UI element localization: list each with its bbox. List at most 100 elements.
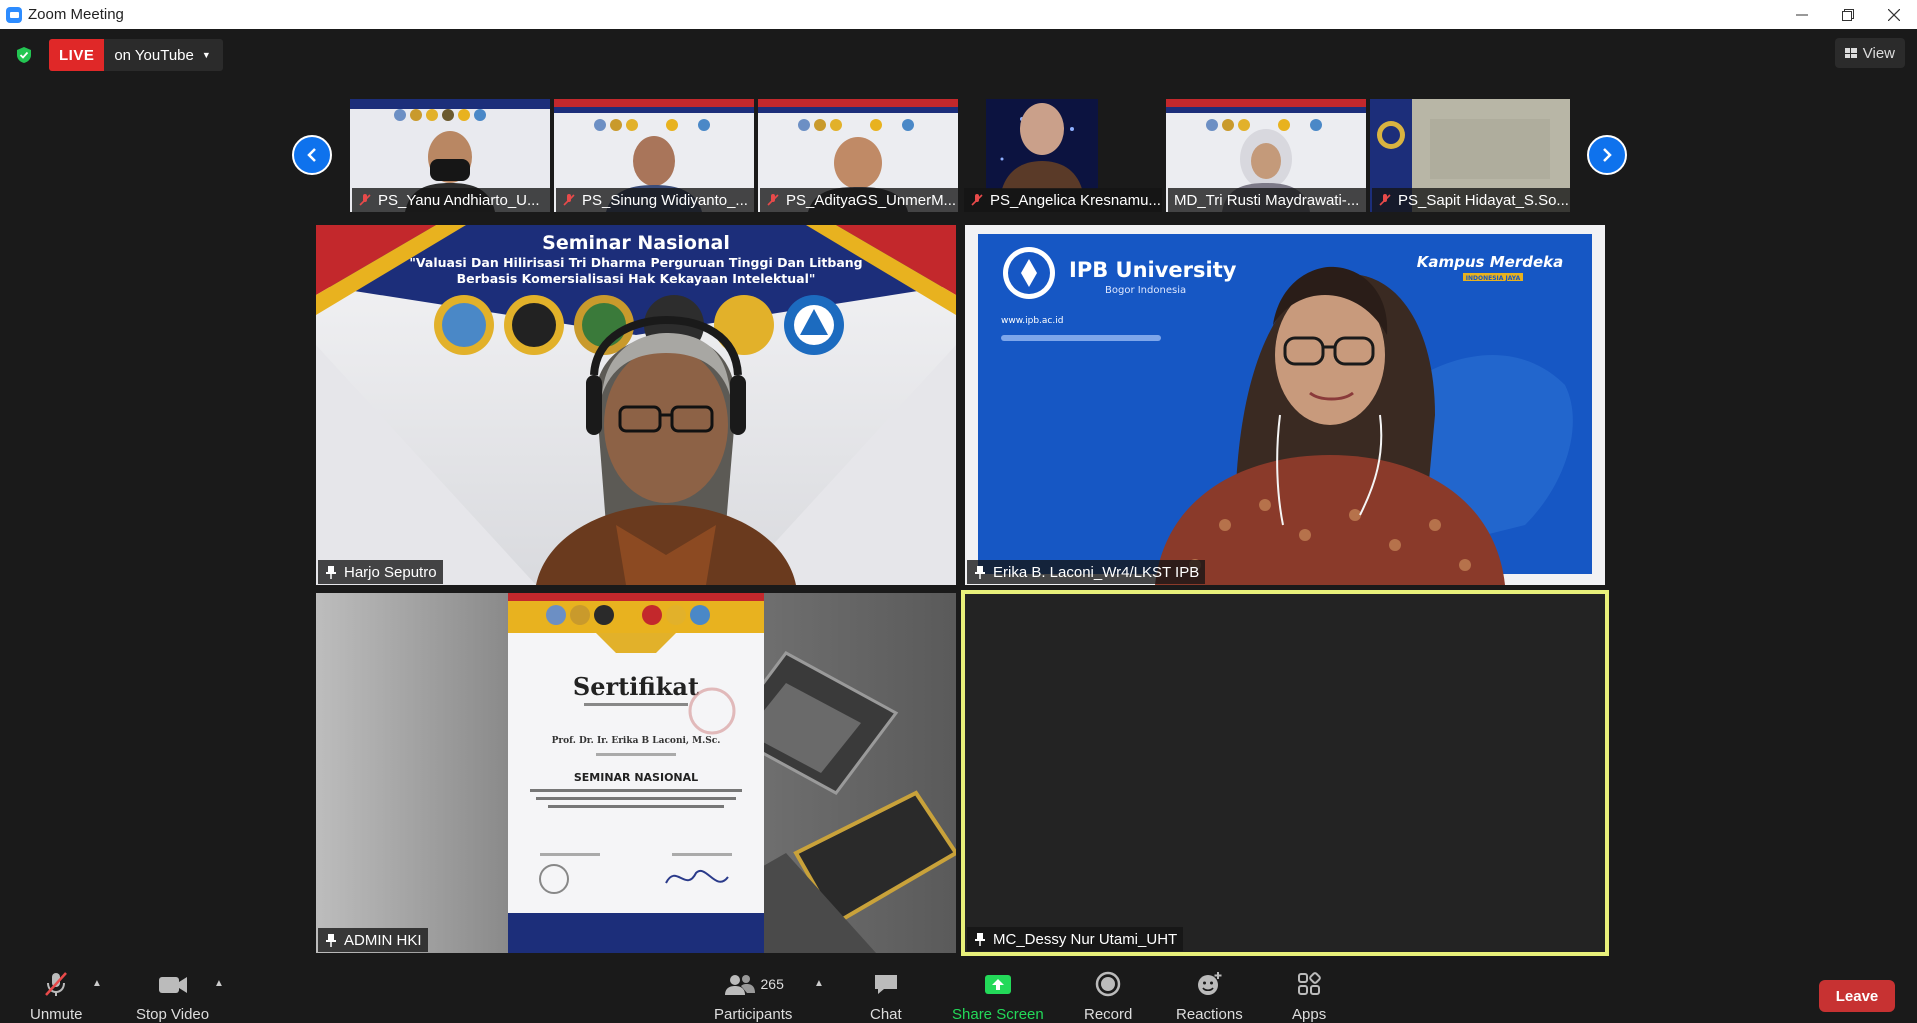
participants-icon [724, 975, 755, 995]
muted-mic-icon [767, 194, 779, 206]
participant-label: Erika B. Laconi_Wr4/LKST IPB [967, 560, 1206, 584]
close-icon[interactable] [1871, 0, 1917, 29]
cert-event: SEMINAR NASIONAL [574, 771, 698, 784]
participant-label: PS_Sapit Hidayat_S.So... [1372, 188, 1570, 212]
meeting-topbar: LIVE on YouTube ▼ View [0, 29, 1917, 81]
share-screen-button[interactable]: Share Screen [952, 970, 1044, 1023]
bg-brand: Kampus Merdeka [1417, 253, 1563, 271]
participants-options-caret[interactable]: ▲ [814, 978, 824, 989]
bg-title: IPB University [1069, 258, 1237, 282]
participant-name: Harjo Seputro [344, 563, 437, 581]
participant-label: Harjo Seputro [318, 560, 443, 584]
video-options-caret[interactable]: ▲ [214, 978, 224, 989]
video-tile-erika[interactable]: IPB University Bogor Indonesia www.ipb.a… [965, 225, 1605, 585]
participant-label: PS_AdityaGS_UnmerM... [760, 188, 958, 212]
pin-icon [326, 566, 336, 579]
bg-subtitle: Bogor Indonesia [1105, 285, 1186, 296]
chat-label: Chat [870, 1006, 902, 1023]
video-tile-mc-active-speaker[interactable]: MC_Dessy Nur Utami_UHT [961, 590, 1609, 956]
cert-title: Sertifikat [573, 672, 699, 701]
banner-title: Seminar Nasional [542, 232, 730, 254]
participant-label: MD_Tri Rusti Maydrawati-... [1168, 188, 1366, 212]
grid-view-icon [1844, 48, 1857, 58]
unmute-button[interactable]: Unmute [30, 970, 83, 1023]
reactions-button[interactable]: Reactions [1176, 970, 1243, 1023]
apps-icon [1298, 972, 1321, 995]
muted-mic-icon [45, 972, 68, 996]
video-tile-harjo[interactable]: Seminar Nasional "Valuasi Dan Hilirisasi… [316, 225, 956, 585]
pin-icon [326, 934, 336, 947]
live-stream-control[interactable]: LIVE on YouTube ▼ [49, 39, 223, 71]
filmstrip-tile[interactable]: PS_Angelica Kresnamu... [962, 99, 1162, 212]
filmstrip-next-button[interactable] [1587, 135, 1627, 175]
apps-button[interactable]: Apps [1292, 970, 1326, 1023]
reactions-icon [1198, 972, 1222, 995]
stop-video-label: Stop Video [136, 1006, 210, 1023]
participants-label: Participants [714, 1006, 793, 1023]
record-label: Record [1084, 1006, 1133, 1023]
meeting-toolbar: Unmute ▲ Stop Video ▲ 265 Participants ▲… [0, 962, 1917, 1023]
minimize-icon[interactable] [1779, 0, 1825, 29]
audio-options-caret[interactable]: ▲ [92, 978, 102, 989]
banner-line1: "Valuasi Dan Hilirisasi Tri Dharma Pergu… [409, 255, 862, 270]
video-camera-icon [158, 977, 187, 993]
filmstrip-tile[interactable]: PS_Sapit Hidayat_S.So... [1370, 99, 1570, 212]
live-destination[interactable]: on YouTube ▼ [104, 39, 222, 71]
participant-name: PS_Yanu Andhiarto_U... [378, 191, 540, 209]
participant-label: MC_Dessy Nur Utami_UHT [967, 927, 1184, 951]
unmute-label: Unmute [30, 1006, 83, 1023]
participant-label: PS_Yanu Andhiarto_U... [352, 188, 550, 212]
participant-name: PS_Sinung Widiyanto_... [582, 191, 748, 209]
participant-label: PS_Sinung Widiyanto_... [556, 188, 754, 212]
participant-name: PS_Sapit Hidayat_S.So... [1398, 191, 1569, 209]
view-label: View [1862, 44, 1895, 62]
participant-count: 265 [760, 976, 784, 992]
participant-name: MC_Dessy Nur Utami_UHT [993, 930, 1178, 948]
participant-label: ADMIN HKI [318, 928, 428, 952]
zoom-app-icon [6, 6, 22, 23]
filmstrip-tile[interactable]: PS_Yanu Andhiarto_U... [350, 99, 550, 212]
chevron-right-icon [1603, 148, 1612, 162]
share-screen-label: Share Screen [952, 1006, 1044, 1023]
participant-name: MD_Tri Rusti Maydrawati-... [1174, 191, 1360, 209]
apps-label: Apps [1292, 1006, 1327, 1023]
share-screen-icon [984, 975, 1011, 994]
filmstrip-tile[interactable]: MD_Tri Rusti Maydrawati-... [1166, 99, 1366, 212]
participant-video: Sertifikat Prof. Dr. Ir. Erika B Laconi,… [316, 593, 956, 953]
participant-name: ADMIN HKI [344, 931, 422, 949]
record-button[interactable]: Record [1084, 970, 1132, 1023]
chevron-left-icon [307, 148, 316, 162]
banner-line2: Berbasis Komersialisasi Hak Kekayaan Int… [457, 271, 816, 286]
chat-button[interactable]: Chat [870, 970, 902, 1023]
leave-button[interactable]: Leave [1819, 980, 1895, 1012]
participant-name: Erika B. Laconi_Wr4/LKST IPB [993, 563, 1200, 581]
muted-mic-icon [359, 194, 371, 206]
record-icon [1095, 971, 1121, 997]
participant-label: PS_Angelica Kresnamu... [964, 188, 1162, 212]
window-titlebar: Zoom Meeting [0, 0, 1917, 29]
pin-icon [975, 933, 985, 946]
restore-icon[interactable] [1825, 0, 1871, 29]
pin-icon [975, 566, 985, 579]
participant-name: PS_AdityaGS_UnmerM... [786, 191, 957, 209]
muted-mic-icon [1379, 194, 1391, 206]
reactions-label: Reactions [1176, 1006, 1243, 1023]
muted-mic-icon [563, 194, 575, 206]
bg-brand-sub: INDONESIA JAYA [1466, 275, 1521, 282]
encryption-shield-icon[interactable] [15, 46, 33, 64]
window-title: Zoom Meeting [28, 6, 124, 23]
participant-video: Seminar Nasional "Valuasi Dan Hilirisasi… [316, 225, 956, 585]
cert-name: Prof. Dr. Ir. Erika B Laconi, M.Sc. [552, 736, 721, 746]
chat-icon [874, 975, 897, 994]
bg-url: www.ipb.ac.id [1001, 316, 1063, 326]
live-badge: LIVE [49, 39, 105, 71]
participant-video: IPB University Bogor Indonesia www.ipb.a… [965, 225, 1605, 585]
video-tile-admin[interactable]: Sertifikat Prof. Dr. Ir. Erika B Laconi,… [316, 593, 956, 953]
participants-button[interactable]: 265 Participants [714, 970, 792, 1023]
live-destination-label: on YouTube [114, 46, 194, 64]
stop-video-button[interactable]: Stop Video [136, 970, 209, 1023]
filmstrip-tile[interactable]: PS_Sinung Widiyanto_... [554, 99, 754, 212]
view-button[interactable]: View [1834, 38, 1905, 68]
filmstrip-prev-button[interactable] [292, 135, 332, 175]
filmstrip-tile[interactable]: PS_AdityaGS_UnmerM... [758, 99, 958, 212]
